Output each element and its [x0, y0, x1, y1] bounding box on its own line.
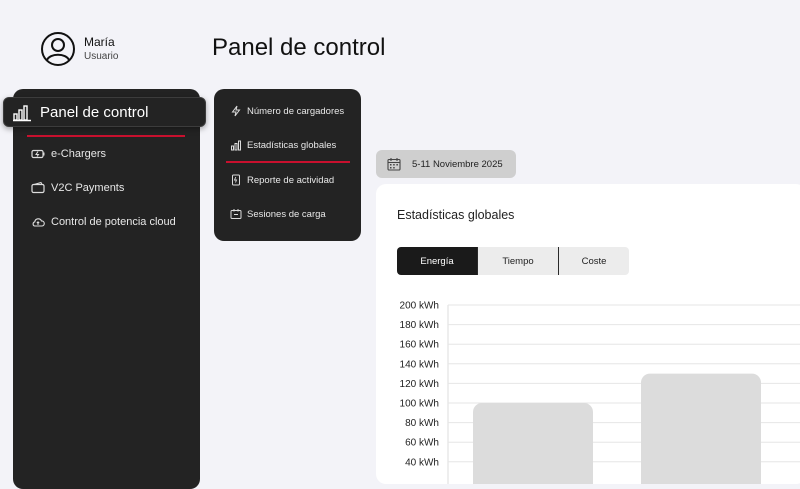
sidebar-item-v2c-payments[interactable]: V2C Payments: [31, 181, 124, 195]
submenu-item-label: Estadísticas globales: [247, 139, 337, 151]
document-icon: [232, 174, 240, 186]
submenu-item-label: Sesiones de carga: [247, 208, 326, 220]
submenu-item-sesiones-de-carga[interactable]: Sesiones de carga: [230, 208, 326, 220]
sidebar-item-label: Control de potencia cloud: [51, 216, 176, 228]
user-name: María: [84, 34, 115, 49]
sidebar-item-label: V2C Payments: [51, 182, 125, 194]
sidebar-item-label: e-Chargers: [51, 148, 107, 160]
bar[interactable]: [473, 403, 593, 484]
energy-bar-chart: 40 kWh 60 kWh 80 kWh 100 kWh 120 kWh 140 kWh 1…: [400, 301, 800, 484]
y-tick-label: 160 kWh: [400, 340, 439, 351]
page-title: Panel de control: [212, 34, 386, 61]
stats-card: Estadísticas globales Energía Tiempo Cos…: [376, 184, 800, 484]
active-indicator: [226, 161, 350, 163]
active-indicator: [27, 135, 185, 137]
user-info: María Usuario: [84, 35, 118, 64]
y-tick-label: 200 kWh: [400, 301, 439, 312]
calendar-icon: [387, 158, 401, 171]
battery-icon: [31, 149, 45, 159]
sidebar-item-panel-de-control[interactable]: Panel de control: [3, 97, 206, 127]
user-profile[interactable]: María Usuario: [40, 31, 118, 67]
y-tick-label: 60 kWh: [405, 438, 439, 449]
y-tick-label: 140 kWh: [400, 359, 439, 370]
submenu: Número de cargadores Estadísticas global…: [214, 89, 361, 241]
bar-chart-icon: [231, 140, 241, 151]
y-tick-label: 80 kWh: [405, 418, 439, 429]
y-tick-label: 100 kWh: [400, 399, 439, 410]
sidebar-item-label: Panel de control: [40, 103, 149, 121]
submenu-item-label: Reporte de actividad: [247, 174, 335, 186]
bar[interactable]: [641, 373, 761, 484]
user-circle-icon: [41, 32, 75, 66]
y-tick-label: 180 kWh: [400, 320, 439, 331]
submenu-item-label: Número de cargadores: [247, 105, 345, 117]
date-range-picker[interactable]: 5-11 Noviembre 2025: [376, 150, 516, 178]
wallet-icon: [31, 181, 45, 194]
submenu-item-reporte-de-actividad[interactable]: Reporte de actividad: [230, 174, 334, 186]
submenu-item-estadisticas-globales[interactable]: Estadísticas globales: [230, 139, 336, 151]
charger-icon: [230, 209, 242, 219]
y-tick-label: 120 kWh: [400, 379, 439, 390]
user-role: Usuario: [84, 50, 119, 62]
date-range-label: 5-11 Noviembre 2025: [412, 158, 503, 170]
sidebar-item-control-de-potencia-cloud[interactable]: Control de potencia cloud: [31, 215, 176, 229]
sidebar-item-e-chargers[interactable]: e-Chargers: [31, 147, 106, 161]
bar-chart-icon: [13, 105, 31, 122]
y-tick-label: 40 kWh: [405, 457, 439, 468]
submenu-item-numero-de-cargadores[interactable]: Número de cargadores: [230, 105, 344, 117]
lightning-icon: [231, 105, 241, 117]
cloud-icon: [32, 218, 45, 227]
